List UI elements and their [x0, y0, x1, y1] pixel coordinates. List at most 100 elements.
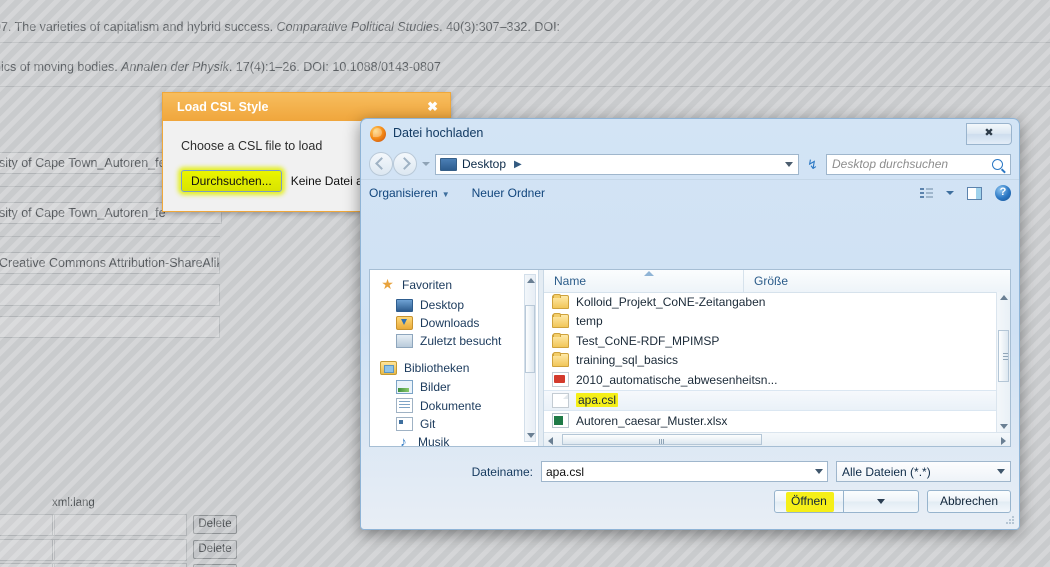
- scrollbar-thumb[interactable]: [525, 305, 535, 373]
- list-item[interactable]: Autoren_caesar_Muster.xlsx: [544, 411, 996, 431]
- pictures-icon: [396, 380, 413, 394]
- chevron-down-icon[interactable]: [422, 162, 430, 166]
- breadcrumb-arrow-icon[interactable]: ▶: [514, 159, 522, 170]
- file-list-vertical-scrollbar[interactable]: [996, 292, 1010, 432]
- file-name: temp: [576, 314, 603, 329]
- background-input-field[interactable]: Creative Commons Attribution-ShareAlik: [0, 252, 220, 274]
- delete-button[interactable]: Delete: [193, 540, 237, 559]
- view-options-icon[interactable]: [920, 187, 933, 199]
- file-name: Autoren_caesar_Muster.xlsx: [576, 413, 728, 428]
- file-name: 2010_automatische_abwesenheitsn...: [576, 372, 778, 387]
- scroll-up-icon[interactable]: [527, 278, 535, 283]
- sidebar-item-bilder[interactable]: Bilder: [380, 378, 538, 396]
- column-header-size[interactable]: Größe: [744, 270, 854, 292]
- file-list[interactable]: Kolloid_Projekt_CoNE-Zeitangaben temp Te…: [544, 292, 996, 432]
- background-input-field[interactable]: [0, 539, 55, 561]
- sidebar-item-label: Zuletzt besucht: [420, 334, 502, 348]
- chevron-down-icon: [876, 499, 885, 504]
- citation-pre: nics of moving bodies.: [0, 60, 122, 74]
- music-icon: ♪: [400, 434, 407, 446]
- scroll-right-icon[interactable]: [1001, 437, 1006, 445]
- filename-value: apa.csl: [546, 464, 585, 479]
- citation-pre: 07. The varieties of capitalism and hybr…: [0, 20, 277, 34]
- file-dialog-main: ★ Favoriten Desktop Downloads Zuletzt be…: [369, 269, 1011, 447]
- sidebar-item-dokumente[interactable]: Dokumente: [380, 396, 538, 415]
- cancel-button[interactable]: Abbrechen: [926, 490, 1011, 513]
- close-icon[interactable]: ✖: [427, 93, 438, 121]
- scroll-down-icon[interactable]: [527, 433, 535, 438]
- scroll-up-icon[interactable]: [1000, 295, 1008, 300]
- chevron-down-icon[interactable]: [946, 191, 954, 195]
- search-icon: [992, 158, 1003, 170]
- background-input-field[interactable]: [0, 563, 55, 567]
- column-header-label: Name: [554, 274, 587, 288]
- open-button[interactable]: Öffnen: [773, 490, 844, 513]
- downloads-icon: [396, 316, 413, 330]
- chevron-down-icon[interactable]: [997, 469, 1005, 474]
- scrollbar-thumb[interactable]: [998, 330, 1009, 382]
- open-button-group: Öffnen: [773, 490, 919, 513]
- scrollbar-thumb[interactable]: [562, 434, 762, 445]
- nav-group-header[interactable]: Bibliotheken: [380, 361, 538, 375]
- new-folder-button[interactable]: Neuer Ordner: [472, 186, 545, 200]
- delete-button[interactable]: Delete: [193, 515, 237, 534]
- back-arrow-icon[interactable]: [369, 152, 393, 176]
- nav-group-header[interactable]: ★ Favoriten: [380, 277, 538, 292]
- nav-group-favoriten: ★ Favoriten Desktop Downloads Zuletzt be…: [380, 277, 538, 350]
- background-input-field[interactable]: [52, 539, 187, 561]
- list-item-selected[interactable]: apa.csl: [544, 389, 996, 411]
- background-input-field[interactable]: [52, 514, 187, 536]
- list-item[interactable]: training_sql_basics: [544, 351, 996, 371]
- help-icon[interactable]: ?: [995, 185, 1011, 201]
- command-bar: Organisieren ▼ Neuer Ordner ?: [361, 179, 1019, 206]
- resize-grip[interactable]: [1005, 516, 1015, 526]
- column-header-name[interactable]: Name: [544, 270, 744, 292]
- background-citation-1: 07. The varieties of capitalism and hybr…: [0, 20, 560, 34]
- organize-menu[interactable]: Organisieren ▼: [369, 186, 450, 200]
- column-header-label: Größe: [754, 274, 789, 288]
- list-item[interactable]: Kolloid_Projekt_CoNE-Zeitangaben: [544, 292, 996, 312]
- sidebar-item-musik[interactable]: ♪ Musik: [380, 433, 538, 446]
- preview-pane-icon[interactable]: [967, 186, 982, 200]
- scroll-down-icon[interactable]: [1000, 424, 1008, 429]
- background-input-field[interactable]: [0, 514, 55, 536]
- filename-input[interactable]: apa.csl: [541, 461, 828, 482]
- recent-places-icon: [396, 334, 413, 348]
- sidebar-item-git[interactable]: Git: [380, 415, 538, 433]
- sidebar-item-downloads[interactable]: Downloads: [380, 314, 538, 332]
- file-upload-dialog: Datei hochladen ✖ Desktop ▶ ↯ Desktop du…: [360, 118, 1020, 530]
- breadcrumb-label: Desktop: [462, 157, 507, 171]
- sidebar-item-label: Git: [420, 417, 436, 431]
- dialog-titlebar: Load CSL Style ✖: [163, 93, 450, 121]
- chevron-down-icon[interactable]: [815, 469, 823, 474]
- chevron-down-icon: ▼: [441, 190, 450, 199]
- forward-arrow-icon[interactable]: [393, 152, 417, 176]
- sidebar-item-label: Desktop: [420, 297, 465, 312]
- file-name: apa.csl: [576, 393, 619, 408]
- file-name: Test_CoNE-RDF_MPIMSP: [576, 333, 720, 348]
- desktop-icon: [396, 299, 413, 312]
- background-divider-1: [0, 42, 1050, 43]
- search-input[interactable]: Desktop durchsuchen: [826, 153, 1011, 175]
- folder-icon: [552, 313, 569, 329]
- background-input-field[interactable]: [0, 316, 220, 338]
- scroll-left-icon[interactable]: [548, 437, 553, 445]
- open-button-label: Öffnen: [791, 494, 827, 508]
- breadcrumb-dropdown-icon[interactable]: [785, 161, 793, 167]
- list-item[interactable]: 2010_automatische_abwesenheitsn...: [544, 370, 996, 390]
- file-list-horizontal-scrollbar[interactable]: [544, 432, 1010, 446]
- list-item[interactable]: temp: [544, 312, 996, 332]
- refresh-icon[interactable]: ↯: [804, 156, 821, 173]
- browse-button[interactable]: Durchsuchen...: [181, 170, 282, 192]
- sidebar-item-recent[interactable]: Zuletzt besucht: [380, 332, 538, 350]
- background-input-field[interactable]: [52, 563, 187, 567]
- sidebar-item-desktop[interactable]: Desktop: [380, 295, 538, 314]
- open-dropdown-button[interactable]: [843, 490, 919, 513]
- organize-label: Organisieren: [369, 186, 438, 200]
- list-item[interactable]: Test_CoNE-RDF_MPIMSP: [544, 331, 996, 351]
- background-input-field[interactable]: [0, 284, 220, 306]
- filetype-select[interactable]: Alle Dateien (*.*): [836, 461, 1011, 482]
- breadcrumb[interactable]: Desktop ▶: [435, 153, 799, 175]
- close-window-button[interactable]: ✖: [966, 123, 1012, 145]
- navigation-pane-scrollbar[interactable]: [524, 274, 536, 442]
